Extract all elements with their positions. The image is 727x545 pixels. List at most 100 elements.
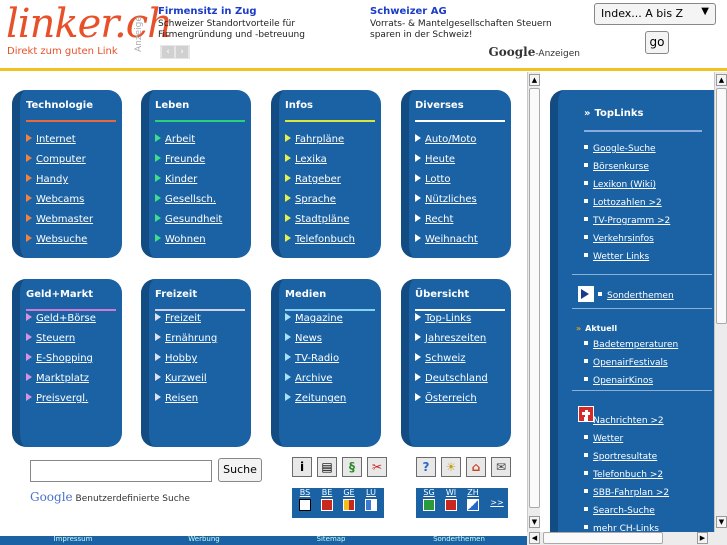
- weather-icon[interactable]: ☀: [441, 457, 461, 477]
- home-icon[interactable]: ⌂: [466, 457, 486, 477]
- toplinks-link[interactable]: Lexikon (Wiki): [584, 180, 656, 190]
- scroll-right-icon[interactable]: ▶: [697, 532, 708, 544]
- category-link[interactable]: Freunde: [155, 154, 205, 165]
- scroll-left-icon[interactable]: ◀: [529, 532, 540, 544]
- category-link[interactable]: Geld+Börse: [26, 313, 96, 324]
- ch_links-link[interactable]: Sportresultate: [584, 452, 657, 462]
- category-link[interactable]: Handy: [26, 174, 68, 185]
- footer-tab-werbung[interactable]: Werbung: [141, 535, 267, 543]
- google-ads-label[interactable]: Google-Anzeigen: [489, 45, 580, 59]
- category-link[interactable]: Gesundheit: [155, 214, 222, 225]
- category-link[interactable]: Websuche: [26, 234, 87, 245]
- index-select[interactable]: Index... A bis Z ▼: [594, 3, 716, 25]
- category-link[interactable]: Österreich: [415, 393, 477, 404]
- scroll-thumb[interactable]: [716, 88, 727, 324]
- category-link[interactable]: Stadtpläne: [285, 214, 349, 225]
- help-icon[interactable]: ?: [416, 457, 436, 477]
- ch_links-link[interactable]: Wetter: [584, 434, 623, 444]
- category-link[interactable]: TV-Radio: [285, 353, 339, 364]
- scroll-down-icon[interactable]: ▼: [716, 516, 727, 528]
- category-link[interactable]: Webcams: [26, 194, 84, 205]
- scroll-up-icon[interactable]: ▲: [716, 74, 727, 86]
- canton-sg[interactable]: SG: [418, 488, 440, 511]
- scroll-thumb[interactable]: [529, 88, 540, 508]
- category-link[interactable]: Preisvergl.: [26, 393, 88, 404]
- category-link[interactable]: Archive: [285, 373, 332, 384]
- scroll-up-icon[interactable]: ▲: [529, 74, 540, 86]
- category-link[interactable]: Marktplatz: [26, 373, 89, 384]
- category-link[interactable]: Kinder: [155, 174, 197, 185]
- category-link[interactable]: Freizeit: [155, 313, 201, 324]
- category-link[interactable]: Top-Links: [415, 313, 471, 324]
- category-link[interactable]: Arbeit: [155, 134, 195, 145]
- ch_links-link[interactable]: Telefonbuch >2: [584, 470, 663, 480]
- ad-title[interactable]: Firmensitz in Zug: [158, 6, 363, 17]
- go-button[interactable]: go: [645, 31, 669, 54]
- category-link[interactable]: Lexika: [285, 154, 327, 165]
- category-link[interactable]: Deutschland: [415, 373, 488, 384]
- toplinks-link[interactable]: TV-Programm >2: [584, 216, 670, 226]
- canton-wi[interactable]: WI: [440, 488, 462, 511]
- canton-lu[interactable]: LU: [360, 488, 382, 511]
- category-link[interactable]: Webmaster: [26, 214, 93, 225]
- horizontal-scrollbar[interactable]: ◀ ▶: [527, 532, 727, 545]
- footer-tab-sitemap[interactable]: Sitemap: [268, 535, 394, 543]
- toplinks-link[interactable]: Verkehrsinfos: [584, 234, 654, 244]
- category-link[interactable]: Nützliches: [415, 194, 477, 205]
- category-link[interactable]: Ratgeber: [285, 174, 341, 185]
- scroll-thumb[interactable]: [543, 532, 663, 544]
- toplinks-link[interactable]: Lottozahlen >2: [584, 198, 662, 208]
- scroll-down-icon[interactable]: ▼: [529, 516, 540, 528]
- paragraph-icon[interactable]: §: [342, 457, 362, 477]
- category-link[interactable]: Reisen: [155, 393, 198, 404]
- category-link[interactable]: Recht: [415, 214, 453, 225]
- category-link[interactable]: Sprache: [285, 194, 336, 205]
- canton-be[interactable]: BE: [316, 488, 338, 511]
- ch_links-link[interactable]: SBB-Fahrplan >2: [584, 488, 669, 498]
- info-icon[interactable]: i: [292, 457, 312, 477]
- ad-title[interactable]: Schweizer AG: [370, 6, 575, 17]
- category-link[interactable]: Ernährung: [155, 333, 217, 344]
- search-input[interactable]: [30, 460, 212, 482]
- toplinks-link[interactable]: Börsenkurse: [584, 162, 649, 172]
- ad-next-icon[interactable]: ›: [176, 46, 188, 58]
- category-link[interactable]: News: [285, 333, 322, 344]
- sonderthemen-link[interactable]: Sonderthemen: [598, 291, 674, 301]
- toplinks-link[interactable]: Wetter Links: [584, 252, 649, 262]
- document-icon[interactable]: ▤: [317, 457, 337, 477]
- category-link[interactable]: Computer: [26, 154, 86, 165]
- category-link[interactable]: Magazine: [285, 313, 343, 324]
- mail-icon[interactable]: ✉: [491, 457, 511, 477]
- scissors-icon[interactable]: ✂: [367, 457, 387, 477]
- category-link[interactable]: Gesellsch.: [155, 194, 216, 205]
- category-link[interactable]: Jahreszeiten: [415, 333, 486, 344]
- category-link[interactable]: Weihnacht: [415, 234, 478, 245]
- ch_links-link[interactable]: Nachrichten >2: [584, 416, 664, 426]
- category-link[interactable]: Zeitungen: [285, 393, 346, 404]
- main-scrollbar[interactable]: ▲ ▼: [527, 72, 540, 532]
- footer-tab-sonderthemen[interactable]: Sonderthemen: [396, 535, 522, 543]
- category-link[interactable]: Schweiz: [415, 353, 466, 364]
- ad-prev-icon[interactable]: ‹: [162, 46, 174, 58]
- category-link[interactable]: Auto/Moto: [415, 134, 476, 145]
- ad-item[interactable]: Schweizer AG Vorrats- & Mantelgesellscha…: [370, 6, 575, 41]
- canton-zh[interactable]: ZH: [462, 488, 484, 511]
- toplinks-link[interactable]: Google-Suche: [584, 144, 656, 154]
- right-scrollbar[interactable]: ▲ ▼: [714, 72, 727, 532]
- aktuell-link[interactable]: Badetemperaturen: [584, 340, 678, 350]
- category-link[interactable]: Heute: [415, 154, 455, 165]
- category-link[interactable]: Internet: [26, 134, 76, 145]
- category-link[interactable]: Kurzweil: [155, 373, 207, 384]
- aktuell-link[interactable]: OpenairKinos: [584, 376, 653, 386]
- category-link[interactable]: Lotto: [415, 174, 450, 185]
- canton-bs[interactable]: BS: [294, 488, 316, 511]
- ad-item[interactable]: Firmensitz in Zug Schweizer Standortvort…: [158, 6, 363, 41]
- category-link[interactable]: Hobby: [155, 353, 197, 364]
- more-cantons-link[interactable]: >>: [486, 498, 508, 507]
- canton-ge[interactable]: GE: [338, 488, 360, 511]
- category-link[interactable]: Wohnen: [155, 234, 206, 245]
- aktuell-link[interactable]: OpenairFestivals: [584, 358, 668, 368]
- ch_links-link[interactable]: Search-Suche: [584, 506, 655, 516]
- footer-tab-impressum[interactable]: Impressum: [10, 535, 136, 543]
- category-link[interactable]: Fahrpläne: [285, 134, 344, 145]
